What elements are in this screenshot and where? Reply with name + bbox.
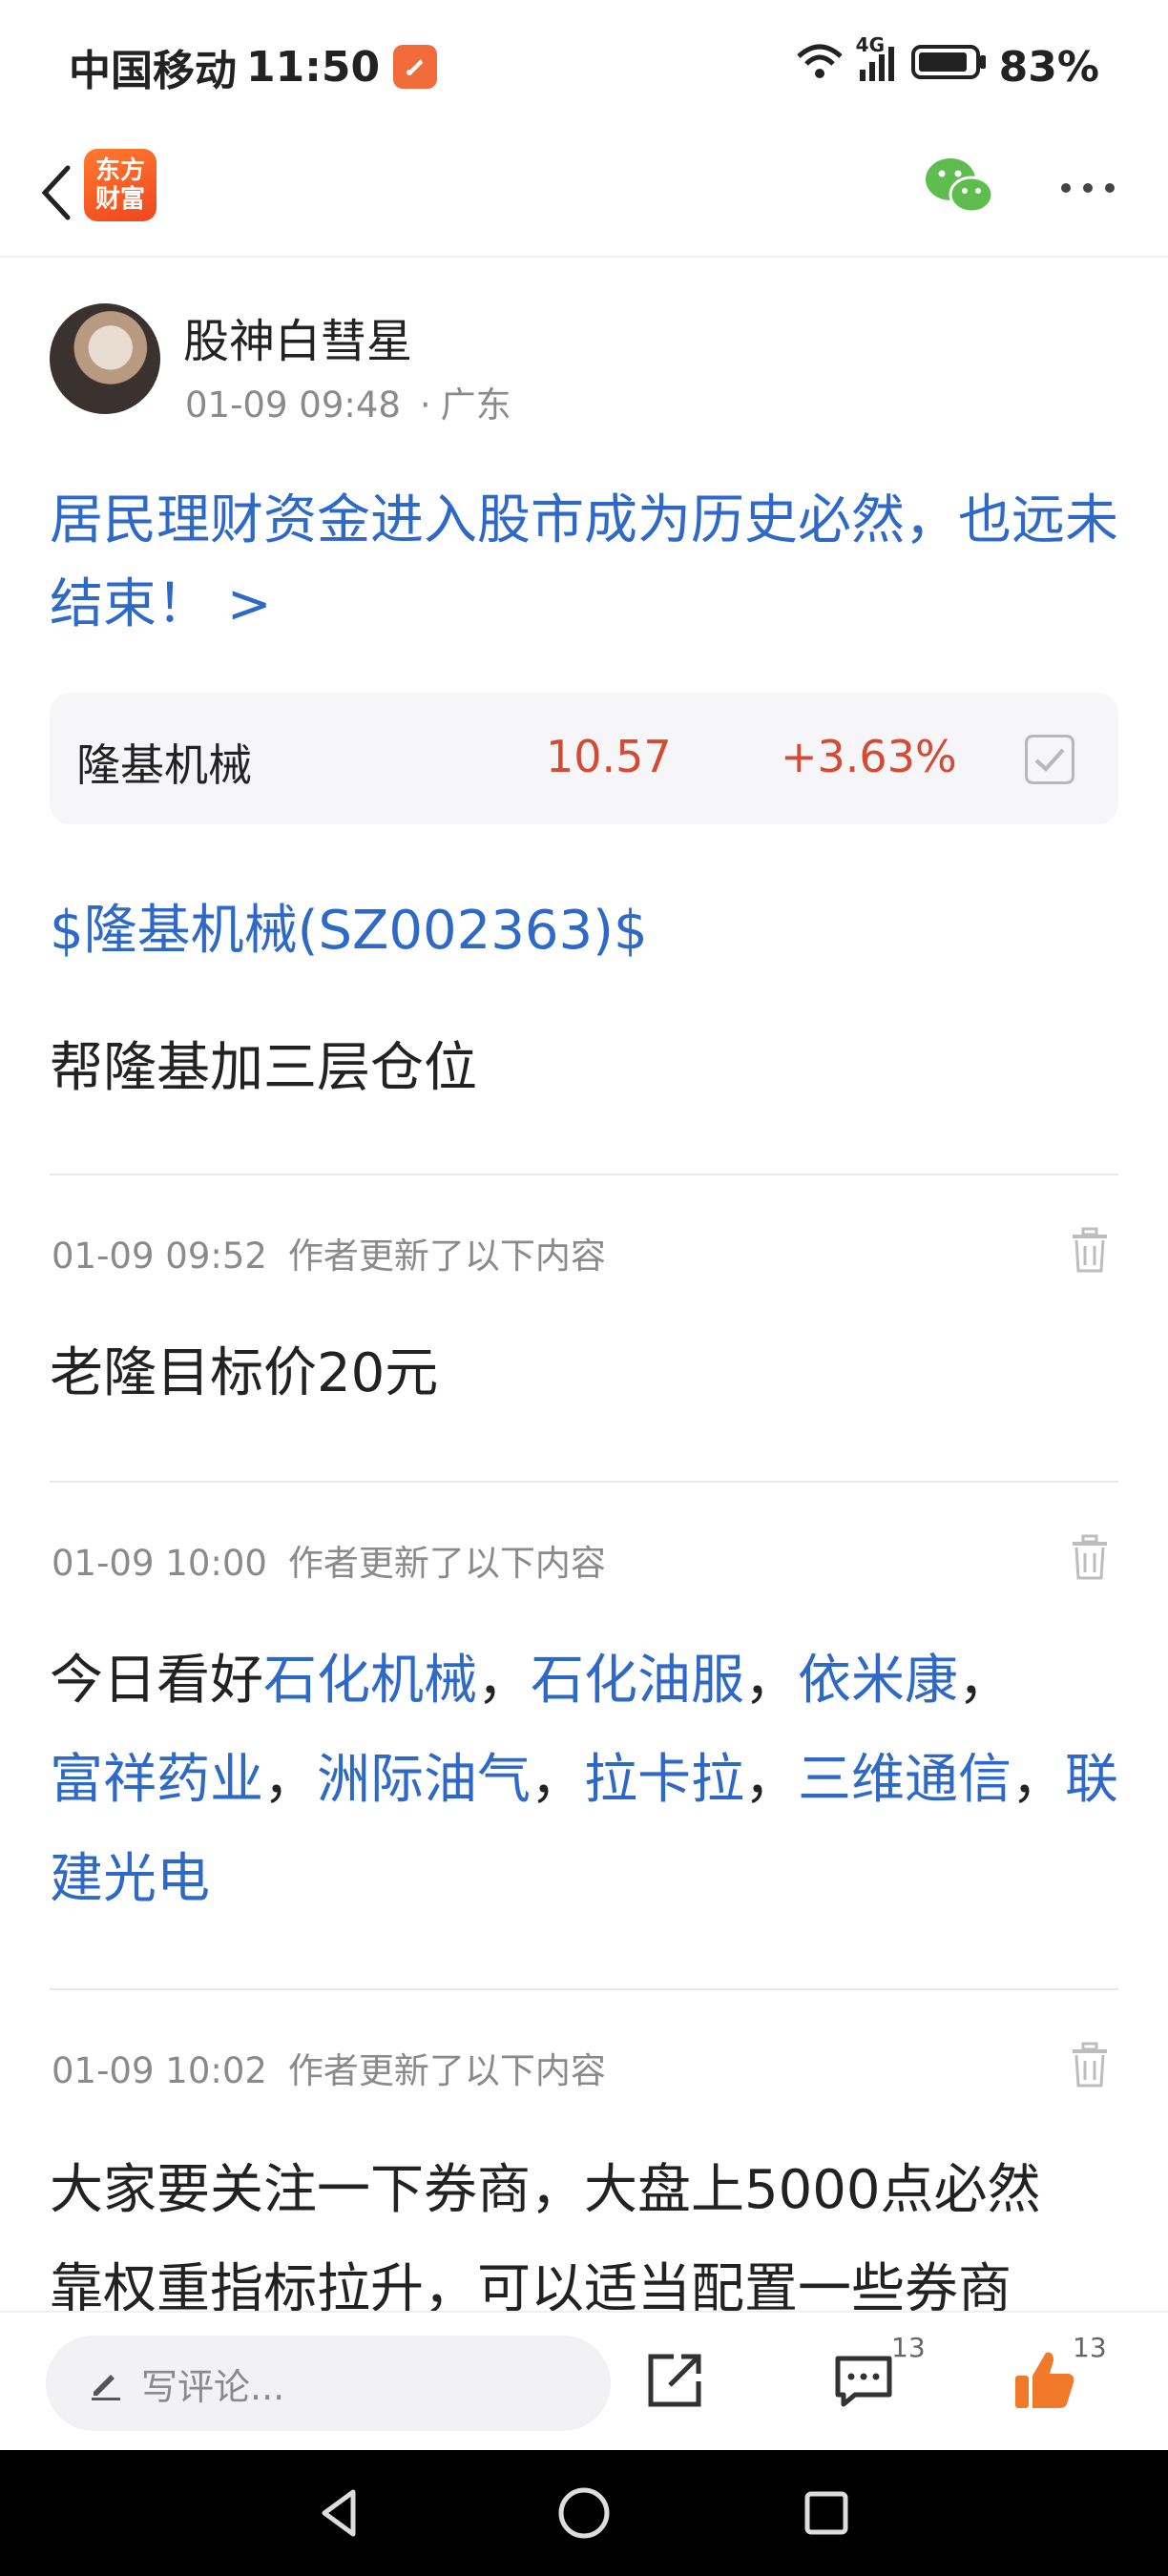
post-body: 帮隆基加三层仓位	[50, 1037, 477, 1099]
stock-link[interactable]: 富祥药业	[50, 1749, 263, 1811]
logo-text-top: 东方	[94, 156, 145, 185]
stock-change: +3.63%	[781, 731, 957, 782]
share-icon[interactable]	[645, 2351, 704, 2410]
status-bar: 中国移动 11:50 4G 83%	[0, 0, 1168, 134]
update-time: 01-09 10:00	[52, 1543, 267, 1584]
update-meta: 01-09 10:00 作者更新了以下内容	[52, 1534, 606, 1586]
update-text: 大家要关注一下券商，大盘上5000点必然 靠权重指标拉升，可以适当配置一些券商	[50, 2141, 1118, 2339]
update-label: 作者更新了以下内容	[287, 1236, 606, 1277]
update-meta: 01-09 10:02 作者更新了以下内容	[52, 2042, 606, 2093]
nav-bar: 东方 财富	[0, 134, 1168, 258]
bottom-action-bar: 写评论... 13 13	[0, 2311, 1168, 2450]
update-prefix: 今日看好	[50, 1650, 263, 1712]
comment-placeholder: 写评论...	[141, 2365, 285, 2408]
stock-link[interactable]: 三维通信	[798, 1749, 1012, 1811]
stock-link[interactable]: 石化机械	[263, 1650, 477, 1712]
separator: ，	[958, 1650, 1012, 1712]
update-time: 01-09 10:02	[52, 2050, 267, 2091]
meta-separator: ·	[419, 384, 431, 426]
stock-link[interactable]: 石化油服	[531, 1650, 744, 1712]
separator: ，	[477, 1650, 531, 1712]
dot-icon	[1061, 183, 1071, 193]
add-watchlist-checkbox[interactable]	[1025, 735, 1074, 784]
battery-icon	[910, 43, 988, 92]
update-time: 01-09 09:52	[52, 1236, 267, 1277]
separator: ，	[531, 1749, 584, 1811]
stock-name: 隆基机械	[76, 739, 252, 791]
divider	[50, 1481, 1118, 1483]
nav-home-icon[interactable]	[553, 2483, 615, 2544]
divider	[50, 1988, 1118, 1990]
nav-recents-icon[interactable]	[796, 2483, 857, 2544]
system-nav-bar	[0, 2450, 1168, 2576]
dot-icon	[1083, 183, 1093, 193]
trash-icon[interactable]	[1069, 1227, 1111, 1275]
trash-icon[interactable]	[1069, 2042, 1111, 2089]
pencil-icon	[92, 2375, 120, 2400]
post-location: 广东	[440, 384, 511, 426]
author-name[interactable]: 股神白彗星	[183, 303, 412, 370]
stock-link[interactable]: 依米康	[798, 1650, 958, 1712]
wifi-icon	[795, 43, 845, 92]
wechat-share-button[interactable]	[924, 155, 996, 218]
clock: 11:50	[246, 42, 381, 92]
separator: ，	[1012, 1749, 1065, 1811]
comment-icon[interactable]	[832, 2351, 895, 2410]
update-meta: 01-09 09:52 作者更新了以下内容	[52, 1227, 606, 1278]
comment-count: 13	[891, 2332, 926, 2363]
trash-icon[interactable]	[1069, 1534, 1111, 1582]
carrier-label: 中国移动	[69, 47, 237, 95]
update-line: 大家要关注一下券商，大盘上5000点必然	[50, 2159, 1041, 2221]
more-options-button[interactable]	[1053, 156, 1122, 219]
author-header: 股神白彗星 01-09 09:48 · 广东	[50, 303, 1118, 426]
nav-back-icon[interactable]	[311, 2483, 372, 2544]
thumbs-up-icon[interactable]	[1012, 2347, 1078, 2414]
chevron-left-icon	[41, 165, 71, 220]
signal-icon: 4G	[856, 33, 900, 93]
back-button[interactable]	[23, 155, 90, 231]
update-text: 老隆目标价20元	[50, 1342, 439, 1404]
checkmark-icon	[1034, 748, 1065, 772]
stock-link[interactable]: 拉卡拉	[584, 1749, 744, 1811]
separator: ，	[744, 1749, 798, 1811]
notification-app-icon	[393, 45, 438, 89]
separator: ，	[263, 1749, 317, 1811]
stock-tag-link[interactable]: $隆基机械(SZ002363)$	[50, 887, 648, 965]
separator: ，	[744, 1650, 798, 1712]
stock-link[interactable]: 洲际油气	[317, 1749, 531, 1811]
author-avatar[interactable]	[50, 303, 160, 414]
like-count: 13	[1073, 2332, 1107, 2363]
app-logo[interactable]: 东方 财富	[84, 149, 156, 221]
post-meta: 01-09 09:48 · 广东	[185, 376, 511, 427]
stock-quote-card[interactable]: 隆基机械 10.57 +3.63%	[50, 693, 1118, 824]
update-label: 作者更新了以下内容	[287, 1543, 606, 1584]
post-datetime: 01-09 09:48	[185, 384, 401, 426]
post-title-link[interactable]: 居民理财资金进入股市成为历史必然，也远未结束！ >	[50, 479, 1128, 647]
logo-text-bottom: 财富	[94, 185, 145, 214]
update-text: 今日看好石化机械，石化油服，依米康， 富祥药业，洲际油气，拉卡拉，三维通信，联建光…	[50, 1631, 1118, 1929]
stock-price: 10.57	[546, 731, 672, 782]
divider	[50, 1174, 1118, 1175]
battery-level: 83%	[998, 42, 1099, 92]
network-type-label: 4G	[855, 32, 886, 56]
update-label: 作者更新了以下内容	[287, 2050, 606, 2091]
dot-icon	[1105, 183, 1115, 193]
comment-input[interactable]: 写评论...	[46, 2336, 611, 2431]
wechat-icon	[926, 158, 994, 214]
